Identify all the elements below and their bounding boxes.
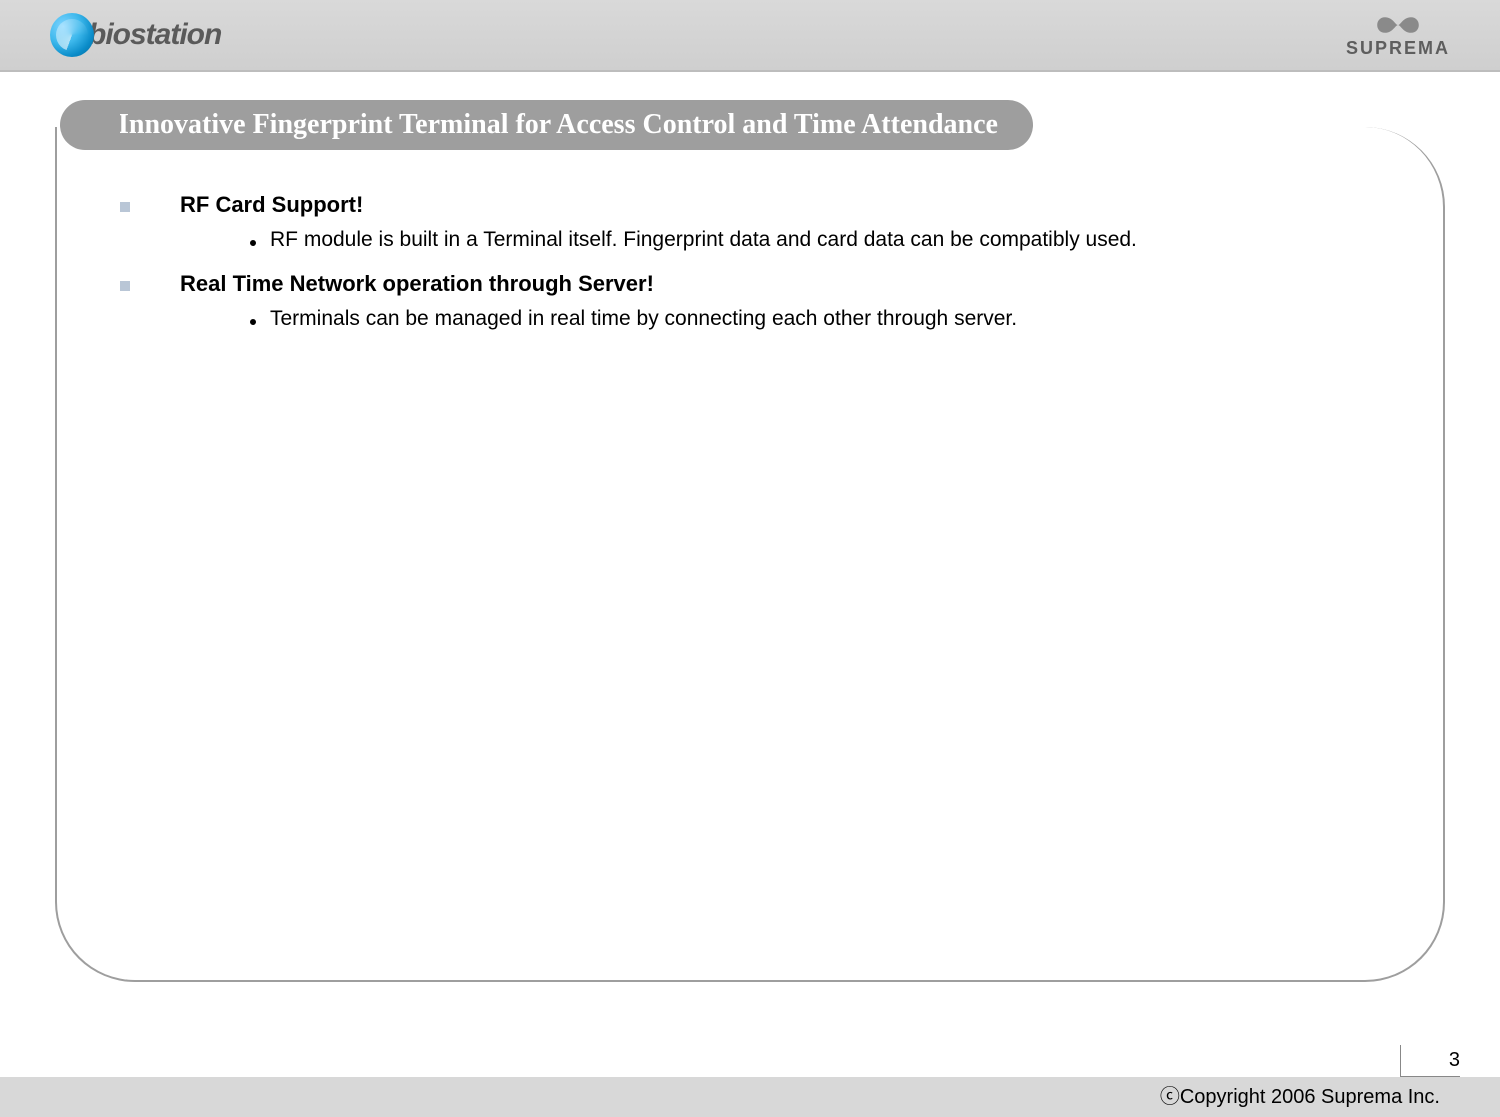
list-item-text: Terminals can be managed in real time by… <box>270 303 1017 336</box>
content-list: RF Card Support! RF module is built in a… <box>120 192 1400 349</box>
dot-bullet-icon <box>250 240 256 246</box>
section-body: Terminals can be managed in real time by… <box>120 303 1400 336</box>
section-realtime-network: Real Time Network operation through Serv… <box>120 271 1400 336</box>
dot-bullet-icon <box>250 319 256 325</box>
section-body: RF module is built in a Terminal itself.… <box>120 224 1400 257</box>
suprema-logo: SUPREMA <box>1346 12 1450 59</box>
copyright-text: ⓒCopyright 2006 Suprema Inc. <box>1160 1080 1440 1109</box>
slide-area: Innovative Fingerprint Terminal for Acce… <box>0 72 1500 1042</box>
list-item: RF module is built in a Terminal itself.… <box>250 224 1400 257</box>
slide-title-text: Innovative Fingerprint Terminal for Acce… <box>118 109 998 141</box>
fingerprint-swirl-icon <box>50 13 94 57</box>
biostation-logo-text: biostation <box>88 18 221 52</box>
section-title: Real Time Network operation through Serv… <box>180 271 654 297</box>
header-bar: biostation SUPREMA <box>0 0 1500 72</box>
list-item-text: RF module is built in a Terminal itself.… <box>270 224 1137 257</box>
section-title: RF Card Support! <box>180 192 363 218</box>
page-number: 3 <box>1400 1045 1460 1077</box>
section-rf-card: RF Card Support! RF module is built in a… <box>120 192 1400 257</box>
section-head: Real Time Network operation through Serv… <box>120 271 1400 297</box>
slide-title: Innovative Fingerprint Terminal for Acce… <box>90 100 1033 150</box>
suprema-logo-text: SUPREMA <box>1346 38 1450 59</box>
square-bullet-icon <box>120 281 130 291</box>
square-bullet-icon <box>120 202 130 212</box>
biostation-logo: biostation <box>50 13 221 57</box>
footer: 3 ⓒCopyright 2006 Suprema Inc. <box>0 1042 1500 1117</box>
section-head: RF Card Support! <box>120 192 1400 218</box>
infinity-icon <box>1372 12 1424 38</box>
list-item: Terminals can be managed in real time by… <box>250 303 1400 336</box>
